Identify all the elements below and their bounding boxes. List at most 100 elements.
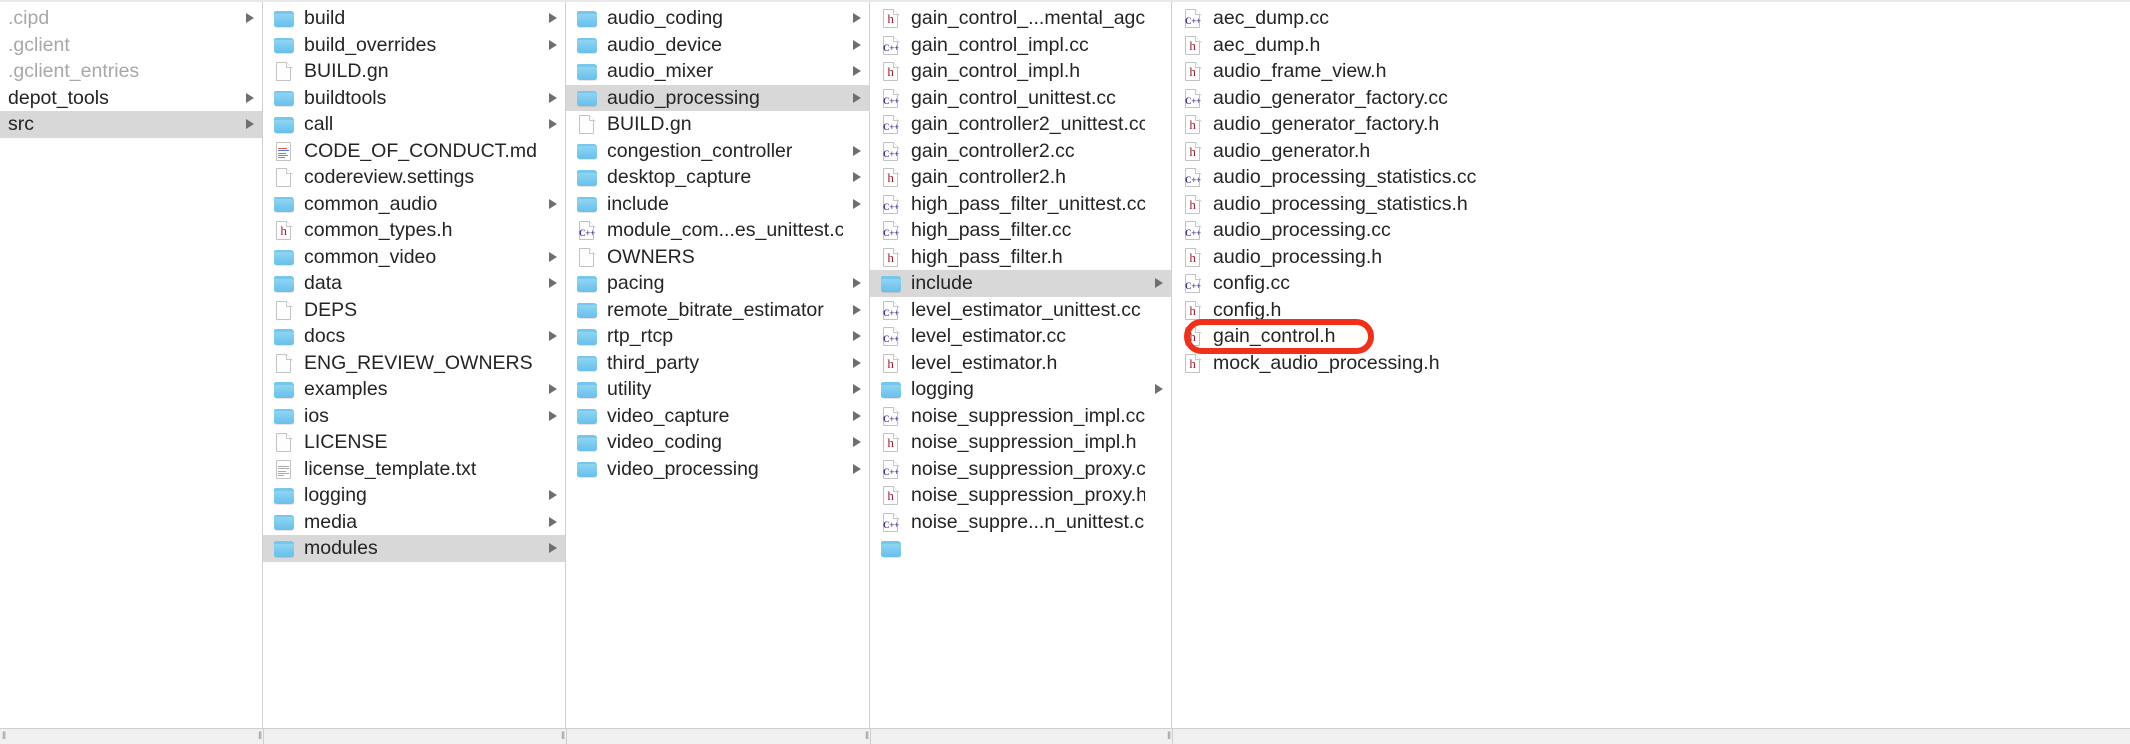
list-item[interactable]: OWNERS	[566, 244, 869, 271]
chevron-right-icon[interactable]	[1151, 382, 1165, 396]
list-item[interactable]: pacing	[566, 270, 869, 297]
list-item[interactable]: C++ gain_controller2_unittest.cc	[870, 111, 1171, 138]
list-item[interactable]: C++ noise_suppression_impl.cc	[870, 403, 1171, 430]
chevron-right-icon[interactable]	[849, 356, 863, 370]
column-src[interactable]: build build_overrides BUILD.gn buildtools ca…	[263, 0, 566, 744]
chevron-right-icon[interactable]	[849, 303, 863, 317]
list-item[interactable]: h audio_frame_view.h	[1172, 58, 2130, 85]
chevron-right-icon[interactable]	[849, 38, 863, 52]
list-item[interactable]: C++ high_pass_filter.cc	[870, 217, 1171, 244]
list-item[interactable]: BUILD.gn	[263, 58, 565, 85]
chevron-right-icon[interactable]	[242, 117, 256, 131]
chevron-right-icon[interactable]	[545, 276, 559, 290]
chevron-right-icon[interactable]	[849, 11, 863, 25]
chevron-right-icon[interactable]	[849, 409, 863, 423]
list-item[interactable]: h audio_processing.h	[1172, 244, 2130, 271]
list-item[interactable]: rtp_rtcp	[566, 323, 869, 350]
list-item[interactable]: logging	[870, 376, 1171, 403]
chevron-right-icon[interactable]	[545, 541, 559, 555]
list-item[interactable]: video_processing	[566, 456, 869, 483]
list-item[interactable]: examples	[263, 376, 565, 403]
list-item[interactable]: .gclient	[0, 32, 262, 59]
list-item[interactable]: codereview.settings	[263, 164, 565, 191]
finder-column-browser[interactable]: .cipd .gclient .gclient_entries depot_tools…	[0, 0, 2130, 744]
list-item[interactable]: include	[566, 191, 869, 218]
list-item[interactable]: include	[870, 270, 1171, 297]
chevron-right-icon[interactable]	[242, 91, 256, 105]
list-item[interactable]: h noise_suppression_proxy.h	[870, 482, 1171, 509]
chevron-right-icon[interactable]	[849, 91, 863, 105]
list-item[interactable]: h common_types.h	[263, 217, 565, 244]
column-root[interactable]: .cipd .gclient .gclient_entries depot_tools…	[0, 0, 263, 744]
list-item[interactable]: C++ module_com...es_unittest.cc	[566, 217, 869, 244]
list-item[interactable]: C++ audio_generator_factory.cc	[1172, 85, 2130, 112]
list-item[interactable]: common_video	[263, 244, 565, 271]
list-item[interactable]: call	[263, 111, 565, 138]
chevron-right-icon[interactable]	[849, 144, 863, 158]
list-item[interactable]: audio_coding	[566, 5, 869, 32]
chevron-right-icon[interactable]	[849, 197, 863, 211]
column-include[interactable]: C++ aec_dump.cc h aec_dump.h h audio_frame_vi…	[1172, 0, 2130, 744]
list-item[interactable]: utility	[566, 376, 869, 403]
list-item[interactable]: h level_estimator.h	[870, 350, 1171, 377]
column-resize-handle[interactable]: ‖	[1167, 732, 1176, 742]
list-item[interactable]: build	[263, 5, 565, 32]
chevron-right-icon[interactable]	[545, 38, 559, 52]
list-item[interactable]: C++ audio_processing.cc	[1172, 217, 2130, 244]
list-item[interactable]: .cipd	[0, 5, 262, 32]
chevron-right-icon[interactable]	[849, 435, 863, 449]
chevron-right-icon[interactable]	[545, 515, 559, 529]
chevron-right-icon[interactable]	[545, 250, 559, 264]
chevron-right-icon[interactable]	[545, 382, 559, 396]
list-item[interactable]: h gain_controller2.h	[870, 164, 1171, 191]
column-resize-handle[interactable]: ‖	[561, 732, 570, 742]
list-item[interactable]: h audio_generator.h	[1172, 138, 2130, 165]
list-item[interactable]: buildtools	[263, 85, 565, 112]
list-item[interactable]: docs	[263, 323, 565, 350]
chevron-right-icon[interactable]	[849, 462, 863, 476]
list-item[interactable]: C++ aec_dump.cc	[1172, 5, 2130, 32]
column-audio-processing[interactable]: h gain_control_...mental_agc.h C++ gain_con…	[870, 0, 1172, 744]
chevron-right-icon[interactable]	[849, 329, 863, 343]
list-item[interactable]: .gclient_entries	[0, 58, 262, 85]
list-item[interactable]: video_capture	[566, 403, 869, 430]
list-item[interactable]: src	[0, 111, 262, 138]
list-item[interactable]: C++ level_estimator_unittest.cc	[870, 297, 1171, 324]
list-item[interactable]: audio_mixer	[566, 58, 869, 85]
list-item[interactable]: remote_bitrate_estimator	[566, 297, 869, 324]
list-item[interactable]: build_overrides	[263, 32, 565, 59]
column-resize-handle[interactable]: ‖	[2, 732, 11, 742]
list-item[interactable]: license_template.txt	[263, 456, 565, 483]
list-item[interactable]: h gain_control_impl.h	[870, 58, 1171, 85]
list-item[interactable]: BUILD.gn	[566, 111, 869, 138]
chevron-right-icon[interactable]	[545, 197, 559, 211]
list-item[interactable]: h aec_dump.h	[1172, 32, 2130, 59]
list-item[interactable]: media	[263, 509, 565, 536]
list-item[interactable]: C++ config.cc	[1172, 270, 2130, 297]
chevron-right-icon[interactable]	[849, 64, 863, 78]
list-item[interactable]: ENG_REVIEW_OWNERS	[263, 350, 565, 377]
list-item[interactable]: h noise_suppression_impl.h	[870, 429, 1171, 456]
list-item[interactable]: C++ gain_controller2.cc	[870, 138, 1171, 165]
list-item[interactable]: LICENSE	[263, 429, 565, 456]
chevron-right-icon[interactable]	[849, 382, 863, 396]
list-item[interactable]: C++ high_pass_filter_unittest.cc	[870, 191, 1171, 218]
list-item[interactable]: C++ audio_processing_statistics.cc	[1172, 164, 2130, 191]
list-item[interactable]: h gain_control.h	[1172, 323, 2130, 350]
list-item[interactable]: third_party	[566, 350, 869, 377]
chevron-right-icon[interactable]	[545, 488, 559, 502]
list-item[interactable]: logging	[263, 482, 565, 509]
column-resize-bar[interactable]: ‖ ‖ ‖ ‖ ‖	[0, 728, 2130, 744]
chevron-right-icon[interactable]	[545, 91, 559, 105]
list-item[interactable]: CODE_OF_CONDUCT.md	[263, 138, 565, 165]
list-item[interactable]: h mock_audio_processing.h	[1172, 350, 2130, 377]
list-item[interactable]: DEPS	[263, 297, 565, 324]
list-item[interactable]: video_coding	[566, 429, 869, 456]
list-item[interactable]	[870, 535, 1171, 562]
list-item[interactable]: h gain_control_...mental_agc.h	[870, 5, 1171, 32]
list-item[interactable]: data	[263, 270, 565, 297]
list-item[interactable]: depot_tools	[0, 85, 262, 112]
chevron-right-icon[interactable]	[242, 11, 256, 25]
column-modules[interactable]: audio_coding audio_device audio_mixer audio…	[566, 0, 870, 744]
chevron-right-icon[interactable]	[545, 11, 559, 25]
